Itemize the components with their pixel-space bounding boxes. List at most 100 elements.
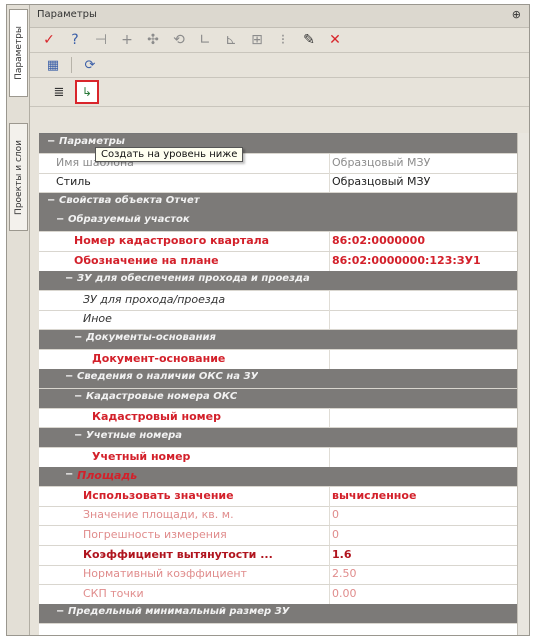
- property-value[interactable]: 0: [332, 528, 339, 541]
- delete-level-icon[interactable]: ≣: [50, 83, 68, 101]
- group-row[interactable]: − Кадастровые номера ОКС: [39, 388, 529, 409]
- property-name: СКП точки: [83, 586, 144, 600]
- pin-icon[interactable]: ⊕: [512, 8, 521, 21]
- properties-icon[interactable]: ▦: [44, 56, 62, 74]
- checkmark-icon[interactable]: ✓: [40, 31, 58, 49]
- help-icon[interactable]: ?: [66, 31, 84, 49]
- create-sublevel-button[interactable]: ↳: [75, 80, 99, 104]
- group-row[interactable]: − Площадь: [39, 467, 529, 488]
- property-value[interactable]: Образцовый МЗУ: [332, 175, 430, 188]
- property-row[interactable]: ЗУ для прохода/проезда: [39, 290, 529, 311]
- property-row[interactable]: Обозначение на плане 86:02:0000000:123:ЗУ…: [39, 251, 529, 272]
- plus-icon[interactable]: +: [118, 31, 136, 49]
- property-row[interactable]: Коэффициент вытянутости ... 1.6: [39, 545, 529, 566]
- property-name: Коэффициент вытянутости ...: [83, 547, 273, 561]
- collapse-toggle[interactable]: −: [74, 332, 82, 343]
- property-row[interactable]: Значение площади, кв. м. 0: [39, 506, 529, 527]
- column-divider: [329, 290, 330, 310]
- property-value[interactable]: 0.00: [332, 587, 357, 600]
- close-icon[interactable]: ✕: [326, 31, 344, 49]
- group-row[interactable]: − Свойства объекта Отчет: [39, 192, 529, 213]
- split-icon[interactable]: ⊣: [92, 31, 110, 49]
- group-label: Документы-основания: [86, 332, 216, 343]
- tab-parameters[interactable]: Параметры: [9, 9, 28, 97]
- column-divider: [329, 153, 330, 173]
- measure-icon[interactable]: ⊾: [222, 31, 240, 49]
- property-value[interactable]: 86:02:0000000: [332, 234, 425, 247]
- vertical-tab-strip: Параметры Проекты и слои: [7, 5, 30, 635]
- column-divider: [329, 232, 330, 251]
- group-row[interactable]: − Документы-основания: [39, 330, 529, 350]
- property-value[interactable]: вычисленное: [332, 489, 416, 502]
- property-row[interactable]: Кадастровый номер: [39, 408, 529, 429]
- rotate-icon[interactable]: ⟲: [170, 31, 188, 49]
- group-row[interactable]: − Образуемый участок: [39, 212, 529, 233]
- refresh-icon[interactable]: ⟳: [81, 56, 99, 74]
- dots-icon[interactable]: ⁝: [274, 31, 292, 49]
- collapse-toggle[interactable]: −: [65, 469, 73, 480]
- collapse-toggle[interactable]: −: [47, 195, 55, 206]
- property-row[interactable]: Номер кадастрового квартала 86:02:0000000: [39, 232, 529, 252]
- property-row[interactable]: Иное: [39, 310, 529, 331]
- main-toolbar: ✓? ⊣ + ✣ ⟲ ∟ ⊾ ⊞ ⁝ ✎ ✕: [30, 28, 529, 53]
- property-value[interactable]: 86:02:0000000:123:ЗУ1: [332, 254, 481, 267]
- tab-projects-layers[interactable]: Проекты и слои: [9, 123, 28, 231]
- move-icon[interactable]: ✣: [144, 31, 162, 49]
- property-row[interactable]: Нормативный коэффициент 2.50: [39, 565, 529, 586]
- collapse-toggle[interactable]: −: [47, 136, 55, 147]
- column-divider: [329, 506, 330, 526]
- property-name: Номер кадастрового квартала: [74, 234, 270, 247]
- property-row[interactable]: Стиль Образцовый МЗУ: [39, 173, 529, 194]
- property-row[interactable]: СКП точки 0.00: [39, 584, 529, 605]
- collapse-toggle[interactable]: −: [74, 430, 82, 441]
- property-name: Использовать значение: [83, 488, 234, 502]
- group-row[interactable]: − ЗУ для обеспечения прохода и проезда: [39, 271, 529, 292]
- group-label: Сведения о наличии ОКС на ЗУ: [77, 371, 259, 383]
- property-row[interactable]: Погрешность измерения 0: [39, 526, 529, 546]
- scrollbar[interactable]: [517, 133, 529, 635]
- column-divider: [329, 526, 330, 545]
- property-name: ЗУ для прохода/проезда: [83, 292, 226, 306]
- grid-icon[interactable]: ⊞: [248, 31, 266, 49]
- pipette-icon[interactable]: ✎: [300, 31, 318, 49]
- property-value[interactable]: Образцовый МЗУ: [332, 156, 430, 169]
- property-name: Нормативный коэффициент: [83, 567, 247, 581]
- collapse-toggle[interactable]: −: [56, 606, 64, 617]
- collapse-toggle[interactable]: −: [74, 391, 82, 402]
- column-divider: [329, 565, 330, 585]
- group-label: Площадь: [77, 469, 138, 483]
- group-label: Учетные номера: [86, 430, 183, 441]
- column-divider: [329, 251, 330, 271]
- group-row[interactable]: − Учетные номера: [39, 428, 529, 448]
- property-row[interactable]: Учетный номер: [39, 447, 529, 468]
- angle-icon[interactable]: ∟: [196, 31, 214, 49]
- group-label: ЗУ для обеспечения прохода и проезда: [77, 273, 310, 285]
- group-row[interactable]: − Сведения о наличии ОКС на ЗУ: [39, 369, 529, 390]
- tab-projects-layers-label: Проекты и слои: [13, 139, 24, 215]
- column-divider: [329, 486, 330, 506]
- property-row[interactable]: Документ-основание: [39, 349, 529, 370]
- property-name: Документ-основание: [92, 351, 226, 365]
- panel-title: Параметры: [37, 9, 97, 20]
- group-label: Кадастровые номера ОКС: [86, 390, 238, 402]
- property-value[interactable]: 1.6: [332, 548, 352, 561]
- property-row[interactable]: Использовать значение вычисленное: [39, 486, 529, 507]
- column-divider: [329, 173, 330, 193]
- secondary-toolbar: ▦ ⟳: [30, 53, 529, 78]
- group-label: Свойства объекта Отчет: [59, 194, 200, 206]
- group-row[interactable]: − Предельный минимальный размер ЗУ: [39, 604, 529, 625]
- property-name: Погрешность измерения: [83, 528, 227, 541]
- property-value[interactable]: 2.50: [332, 567, 357, 580]
- collapse-toggle[interactable]: −: [65, 371, 73, 382]
- property-name: Значение площади, кв. м.: [83, 508, 234, 522]
- column-divider: [329, 310, 330, 330]
- property-name: Обозначение на плане: [74, 253, 219, 267]
- group-label: Параметры: [59, 136, 125, 147]
- panel-body: Параметры ⊕ ✓? ⊣ + ✣ ⟲ ∟ ⊾ ⊞ ⁝ ✎ ✕ ▦ ⟳ ≣ ↳ − Параме…: [30, 5, 529, 635]
- property-value[interactable]: 0: [332, 508, 339, 521]
- property-name: Иное: [83, 312, 112, 326]
- column-divider: [329, 447, 330, 467]
- collapse-toggle[interactable]: −: [56, 214, 64, 225]
- collapse-toggle[interactable]: −: [65, 273, 73, 284]
- toolbar-separator: [71, 57, 72, 73]
